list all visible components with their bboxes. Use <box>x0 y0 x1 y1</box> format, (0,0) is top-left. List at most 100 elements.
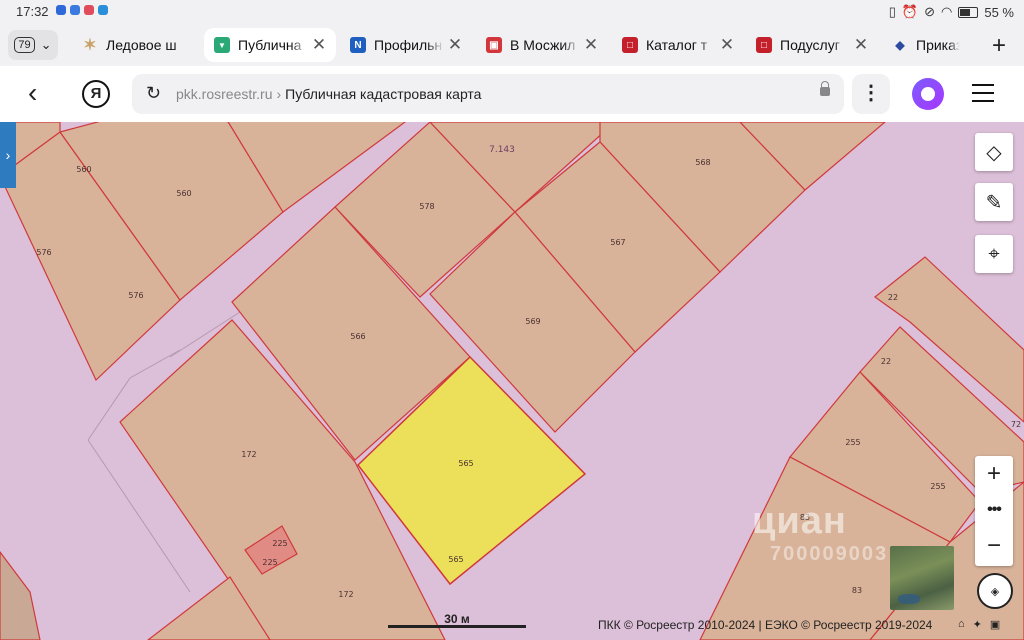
watermark-id: 700009003 <box>770 543 889 565</box>
more-button[interactable]: ••• <box>975 492 1013 528</box>
battery-percent: 55 % <box>984 4 1014 20</box>
vibrate-icon: ▯ <box>888 4 896 19</box>
alarm-icon: ⏰ <box>901 4 919 19</box>
parcel-number-label: 225 <box>272 539 287 548</box>
parcel-number-label: 576 <box>128 291 143 300</box>
tab-prikaz[interactable]: ◆ Приказ <box>882 28 960 62</box>
zoom-in-button[interactable]: + <box>975 456 1013 492</box>
parcel-number-label: 560 <box>176 189 191 198</box>
battery-icon <box>958 6 979 18</box>
n-logo-icon: N <box>350 37 366 53</box>
parcel-number-label: 568 <box>695 158 710 167</box>
parcel-number-label: 22 <box>881 357 891 366</box>
tab-title: Приказ <box>916 37 960 53</box>
tab-title: Профильн <box>374 37 443 53</box>
parcel-number-label: 560 <box>76 165 91 174</box>
tab-podusluga[interactable]: □ Подуслуг ✕ <box>746 28 878 62</box>
tab-title: Публична <box>238 37 302 53</box>
star-icon: ✶ <box>83 37 97 54</box>
mos-logo-icon: □ <box>622 37 638 53</box>
parcel-number-label: 255 <box>845 438 860 447</box>
url-separator: › <box>276 86 282 102</box>
tab-title: В Мосжил <box>510 37 576 53</box>
navigate-icon[interactable]: ✦ <box>973 618 982 631</box>
parcel-number-label: 565 <box>448 555 463 564</box>
close-icon[interactable]: ✕ <box>850 35 872 55</box>
layers-icon: ◇ <box>986 141 1002 164</box>
expand-icon[interactable]: ▣ <box>990 618 1000 631</box>
mosjil-icon: ▣ <box>486 37 502 53</box>
close-icon[interactable]: ✕ <box>580 35 602 55</box>
url-text: pkk.rosreestr.ru › Публичная кадастровая к… <box>176 86 481 102</box>
parcel-number-label: 7.143 <box>489 145 515 155</box>
alice-assistant-button[interactable] <box>912 78 944 110</box>
watermark-text: циан <box>752 500 847 542</box>
status-right: ▯ ⏰ ⊘ ◠ 55 % <box>889 4 1014 20</box>
locate-button[interactable]: ⌖ <box>975 235 1013 273</box>
zoom-controls: + ••• − <box>975 456 1013 566</box>
tab-ledovoe[interactable]: ✶ Ледовое ш <box>72 28 196 62</box>
tab-title: Подуслуг <box>780 37 840 53</box>
layers-button[interactable]: ◇ <box>975 133 1013 171</box>
ruler-icon: ✎ <box>985 191 1003 214</box>
mos-logo-icon: □ <box>756 37 772 53</box>
copyright-text: ПКК © Росреестр 2010-2024 | ЕЭКО © Росре… <box>598 618 933 632</box>
zoom-out-button[interactable]: − <box>975 528 1013 564</box>
address-bar: ‹ Я ↻ pkk.rosreestr.ru › Публичная кадастр… <box>0 66 1024 122</box>
url-field[interactable]: ↻ pkk.rosreestr.ru › Публичная кадастровая… <box>132 74 844 114</box>
browser-menu-button[interactable] <box>972 84 994 108</box>
satellite-layer-thumbnail[interactable] <box>890 546 954 610</box>
mute-icon: ⊘ <box>924 4 936 19</box>
page-menu-button[interactable]: ⋮ <box>852 74 890 114</box>
notification-icon <box>98 5 108 15</box>
yandex-logo-button[interactable]: Я <box>82 80 110 108</box>
tab-bar: 79 ⌄ ✶ Ледовое ш ▼ Публична ✕ N Профильн… <box>0 24 1024 66</box>
url-page-title: Публичная кадастровая карта <box>285 86 482 102</box>
tab-title: Ледовое ш <box>106 37 177 53</box>
tab-profile[interactable]: N Профильн ✕ <box>340 28 472 62</box>
scale-label: 30 м <box>444 612 470 626</box>
close-icon[interactable]: ✕ <box>308 35 330 55</box>
parcel-number-label: 72 <box>1011 420 1021 429</box>
parcel-number-label: 565 <box>458 459 473 468</box>
close-icon[interactable]: ✕ <box>716 35 738 55</box>
gerb-icon: ▼ <box>214 37 230 53</box>
wifi-icon: ◠ <box>941 4 953 19</box>
ruler-button[interactable]: ✎ <box>975 183 1013 221</box>
status-bar: 17:32 ▯ ⏰ ⊘ ◠ 55 % <box>0 0 1024 24</box>
crosshair-icon: ⌖ <box>988 242 1000 265</box>
parcel-number-label: 255 <box>930 482 945 491</box>
url-domain: pkk.rosreestr.ru <box>176 86 273 102</box>
tab-title: Каталог т <box>646 37 708 53</box>
notification-icon <box>56 5 66 15</box>
reload-icon[interactable]: ↻ <box>146 83 161 104</box>
parcel-number-label: 569 <box>525 317 540 326</box>
chevron-down-icon: ⌄ <box>40 37 52 52</box>
status-time: 17:32 <box>16 4 49 19</box>
parcel-number-label: 83 <box>852 586 862 595</box>
back-button[interactable]: ‹ <box>28 79 37 107</box>
flag-icon: ◆ <box>895 38 905 52</box>
scale-bar: 30 м <box>388 612 526 628</box>
parcel-number-label: 567 <box>610 238 625 247</box>
status-app-icons <box>56 5 108 15</box>
compass-icon: ◈ <box>990 585 1000 598</box>
tab-switcher-button[interactable]: 79 ⌄ <box>8 30 58 60</box>
home-icon[interactable]: ⌂ <box>958 618 965 631</box>
parcel-number-label: 225 <box>262 558 277 567</box>
parcel-number-label: 172 <box>241 450 256 459</box>
tab-mosjil[interactable]: ▣ В Мосжил ✕ <box>476 28 608 62</box>
parcel-number-label: 578 <box>419 202 434 211</box>
lock-icon <box>820 81 830 96</box>
tab-count: 79 <box>14 37 35 53</box>
notification-icon <box>70 5 80 15</box>
tab-pkk[interactable]: ▼ Публична ✕ <box>204 28 336 62</box>
tab-catalog[interactable]: □ Каталог т ✕ <box>612 28 744 62</box>
parcel-number-label: 566 <box>350 332 365 341</box>
scale-line <box>388 625 526 628</box>
bottom-icons: ⌂ ✦ ▣ <box>958 618 1000 631</box>
close-icon[interactable]: ✕ <box>444 35 466 55</box>
side-panel-toggle[interactable]: › <box>0 122 16 188</box>
new-tab-button[interactable]: + <box>992 32 1006 60</box>
compass-button[interactable]: ◈ <box>977 573 1013 609</box>
